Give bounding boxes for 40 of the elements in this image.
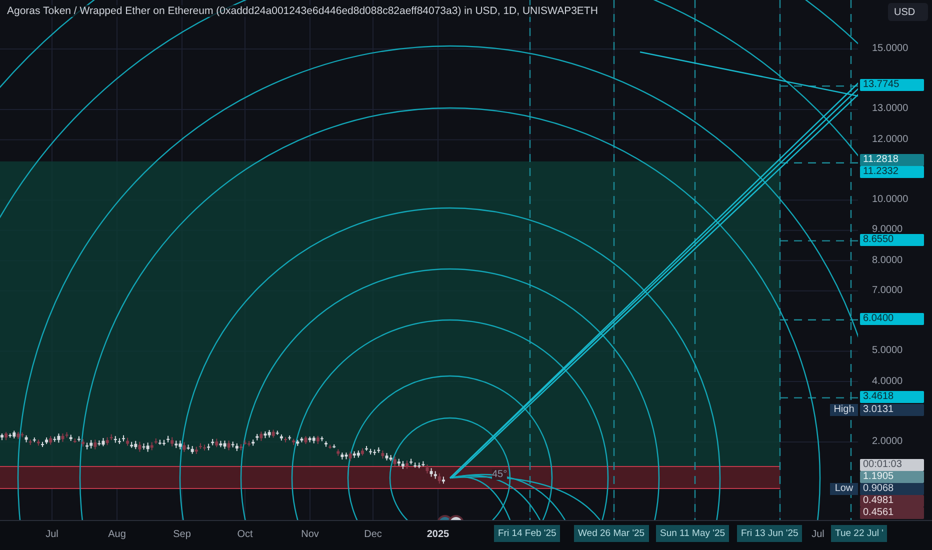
date-tag: Tue 22 Jul ' bbox=[831, 525, 888, 542]
date-tag: Fri 14 Feb '25 bbox=[494, 525, 560, 542]
time-label: Aug bbox=[108, 529, 126, 540]
time-label: Dec bbox=[364, 529, 382, 540]
time-label: 2025 bbox=[426, 529, 450, 540]
price-tick: 2.0000 bbox=[872, 434, 903, 449]
date-tag: Fri 13 Jun '25 bbox=[737, 525, 802, 542]
price-tag: 0.4561 bbox=[860, 507, 924, 520]
price-tick: 8.0000 bbox=[872, 254, 903, 268]
date-tag: Sun 11 May '25 bbox=[656, 525, 730, 542]
price-tick: 15.0000 bbox=[872, 42, 908, 56]
price-tag: 6.0400 bbox=[860, 312, 924, 325]
price-tick: 7.0000 bbox=[872, 284, 903, 298]
time-label: Oct bbox=[237, 529, 253, 540]
date-tag: Wed 26 Mar '25 bbox=[574, 525, 649, 542]
price-tag: 3.4618 bbox=[860, 390, 924, 403]
price-tag: 11.2332 bbox=[860, 166, 924, 178]
price-tick: 5.0000 bbox=[872, 344, 903, 358]
price-tag: 8.6550 bbox=[860, 234, 924, 246]
price-tick: 10.0000 bbox=[872, 193, 908, 208]
price-tick: 4.0000 bbox=[872, 374, 903, 389]
price-tick: 9.0000 bbox=[872, 223, 903, 236]
chart-title: Agoras Token / Wrapped Ether on Ethereum (0xaddd24a001243e6d446ed8d088c82aeff84073a3) in USD, 1D, UNISWAP3ETH bbox=[5, 5, 600, 17]
price-tick: 13.0000 bbox=[872, 102, 908, 116]
time-label: Nov bbox=[301, 529, 319, 540]
time-label: Jul bbox=[46, 529, 58, 540]
price-tag: 3.0131 bbox=[860, 404, 924, 416]
time-label: Jul bbox=[812, 529, 824, 540]
time-label: Sep bbox=[173, 529, 191, 540]
currency-button[interactable]: USD bbox=[888, 3, 928, 21]
countdown-tag: 00:01:03 bbox=[860, 459, 924, 472]
price-tag: 0.9068 bbox=[860, 483, 924, 496]
price-tag: 1.1905 bbox=[860, 471, 924, 484]
price-tag-label: Low bbox=[830, 483, 858, 496]
price-tag-label: High bbox=[830, 404, 858, 416]
price-tag: 11.2818 bbox=[860, 154, 924, 166]
price-tag: 13.7745 bbox=[860, 79, 924, 92]
price-tick: 12.0000 bbox=[872, 132, 908, 147]
price-tag: 0.4981 bbox=[860, 495, 924, 508]
angle-label: 45° bbox=[492, 469, 508, 480]
